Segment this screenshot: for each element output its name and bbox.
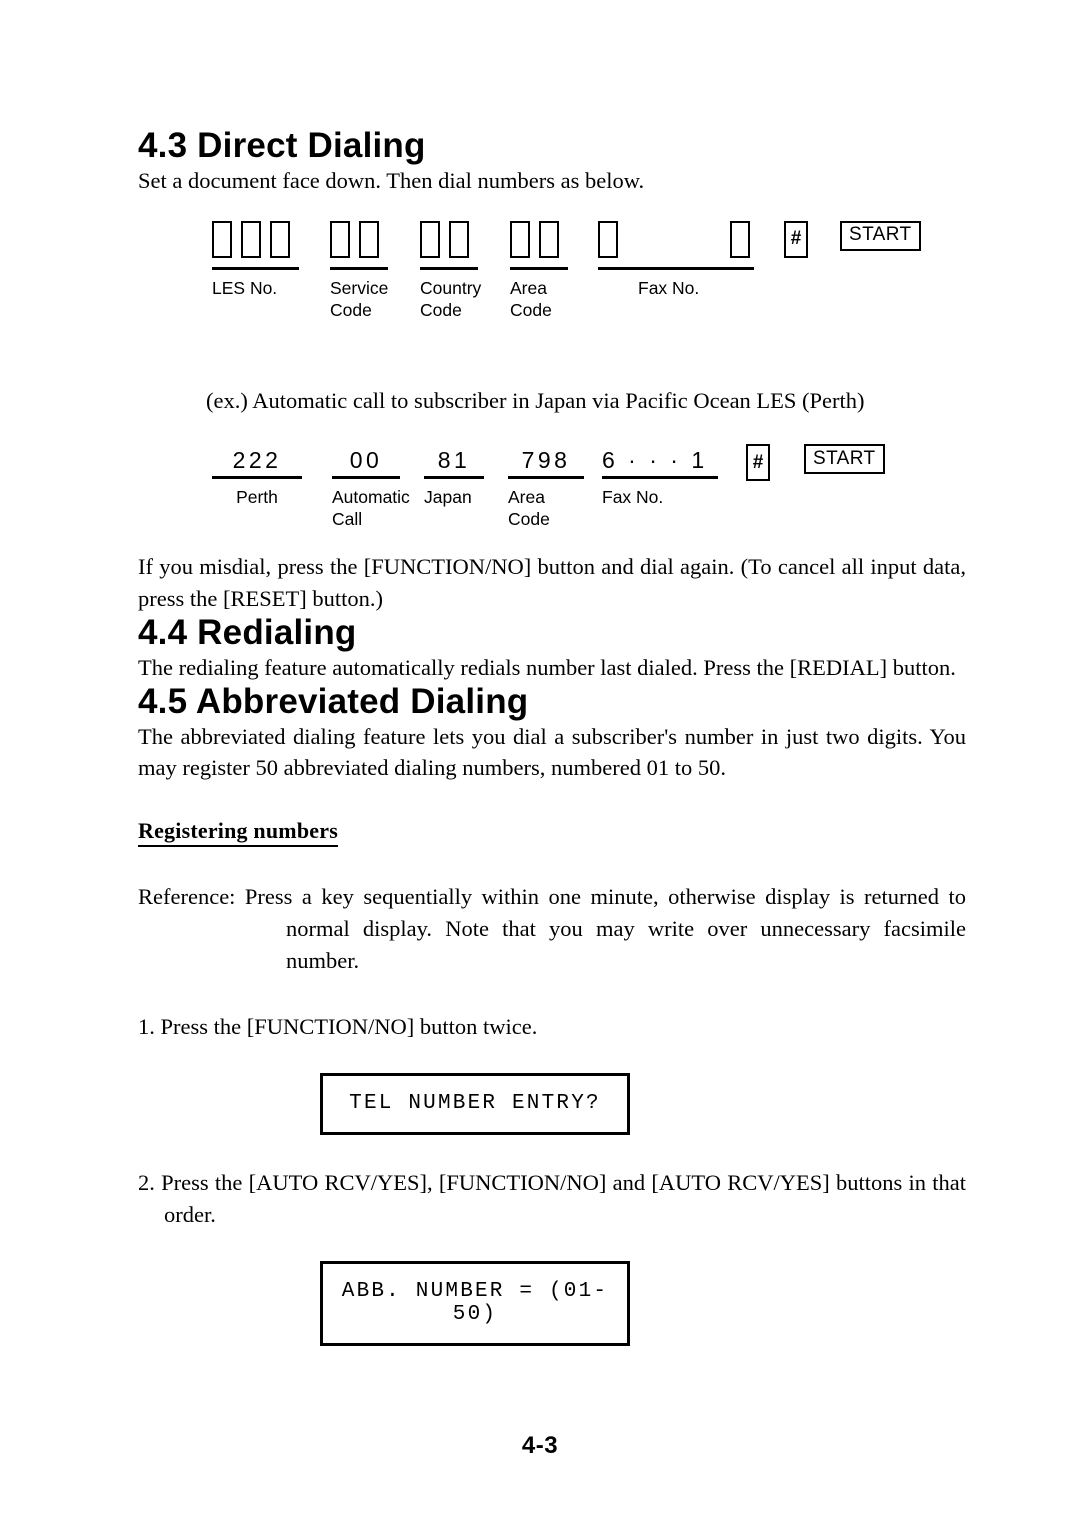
example-group-japan: 81 Japan	[424, 446, 484, 508]
abbreviated-dialing-body: The abbreviated dialing feature lets you…	[138, 723, 966, 781]
reference-text: Press a key sequentially within one minu…	[235, 884, 966, 974]
key-box	[420, 220, 440, 258]
key-boxes	[598, 220, 754, 261]
reference-note: Reference: Press a key sequentially with…	[138, 881, 966, 977]
key-box	[449, 220, 469, 258]
group-underline	[212, 266, 299, 270]
page-number: 4-3	[521, 1432, 559, 1459]
example-group-label: Fax No.	[602, 486, 664, 507]
key-group-label-line2: Code	[420, 300, 462, 321]
key-box	[510, 220, 530, 258]
key-group-label-line2: Code	[330, 300, 372, 321]
hash-key-button[interactable]: #	[784, 220, 808, 258]
group-underline	[330, 266, 388, 270]
key-box	[270, 220, 290, 258]
start-key-button[interactable]: START	[840, 220, 921, 251]
example-group-label: Japan	[424, 486, 472, 507]
section-heading-4-5: 4.5 Abbreviated Dialing	[138, 681, 529, 721]
key-box	[330, 220, 350, 258]
example-digits: 222	[232, 447, 282, 474]
example-digits: 798	[521, 447, 571, 474]
key-group-label: LES No.	[212, 277, 278, 298]
group-underline	[212, 476, 302, 479]
example-caption: (ex.) Automatic call to subscriber in Ja…	[206, 387, 865, 413]
document-page: 4.3 Direct Dialing Set a document face d…	[0, 0, 1080, 1528]
lcd-display-tel-number-entry: TEL NUMBER ENTRY?	[320, 1073, 630, 1136]
direct-dialing-intro: Set a document face down. Then dial numb…	[138, 167, 645, 193]
key-boxes	[510, 220, 568, 261]
group-underline	[598, 266, 754, 270]
key-box-gap	[627, 220, 721, 258]
key-group-label: Fax No.	[638, 277, 700, 298]
key-group-area-code: Area Code	[510, 220, 568, 322]
example-digits: 81	[437, 447, 471, 474]
key-box	[212, 220, 232, 258]
group-underline	[420, 266, 478, 270]
group-underline	[602, 476, 718, 479]
key-box	[598, 220, 618, 258]
example-group-automatic-call: 00 Automatic Call	[332, 446, 410, 530]
misdial-note: If you misdial, press the [FUNCTION/NO] …	[138, 554, 966, 612]
key-group-les-no: LES No.	[212, 220, 299, 299]
example-digits: 6 · · · 1	[602, 447, 708, 474]
example-group-label: Area	[508, 486, 545, 507]
step-1: 1. Press the [FUNCTION/NO] button twice.	[138, 1014, 538, 1040]
group-underline	[332, 476, 400, 479]
example-sequence-diagram: 222 Perth 00 Automatic Call 81 Japan 798…	[212, 444, 966, 551]
sub-heading-wrapper: Registering numbers	[138, 784, 966, 848]
key-group-label: Service	[330, 277, 389, 298]
redialing-body: The redialing feature automatically redi…	[138, 654, 956, 680]
group-underline	[510, 266, 568, 270]
registering-numbers-subheading: Registering numbers	[138, 818, 338, 848]
key-boxes	[420, 220, 481, 261]
example-group-perth: 222 Perth	[212, 446, 302, 508]
example-group-label: Automatic	[332, 486, 410, 507]
hash-key-button[interactable]: #	[746, 444, 770, 482]
key-group-label: Area	[510, 277, 547, 298]
example-group-label-line2: Code	[508, 509, 550, 530]
example-group-label: Perth	[236, 486, 278, 507]
key-group-country-code: Country Code	[420, 220, 482, 322]
page-content: 4.3 Direct Dialing Set a document face d…	[138, 126, 966, 1346]
key-group-service-code: Service Code	[330, 220, 389, 322]
key-box	[359, 220, 379, 258]
step-2: 2. Press the [AUTO RCV/YES], [FUNCTION/N…	[138, 1170, 966, 1228]
example-group-label-line2: Call	[332, 509, 363, 530]
key-group-label: Country	[420, 277, 482, 298]
start-key-button[interactable]: START	[804, 444, 885, 475]
key-group-label-line2: Code	[510, 300, 552, 321]
section-heading-4-3: 4.3 Direct Dialing	[138, 126, 426, 165]
key-boxes	[330, 220, 388, 261]
group-underline	[508, 476, 584, 479]
example-group-fax-no: 6 · · · 1 Fax No.	[602, 446, 718, 508]
example-group-area-code: 798 Area Code	[508, 446, 584, 530]
key-box	[241, 220, 261, 258]
key-box	[539, 220, 559, 258]
group-underline	[424, 476, 484, 479]
key-group-fax-no: Fax No.	[598, 220, 754, 299]
key-box	[730, 220, 750, 258]
key-boxes	[212, 220, 299, 261]
key-sequence-diagram: LES No. Service Code Country Code Area C…	[212, 220, 966, 333]
section-heading-4-4: 4.4 Redialing	[138, 613, 357, 653]
lcd-display-abb-number: ABB. NUMBER = (01-50)	[320, 1261, 630, 1346]
reference-label: Reference:	[138, 884, 236, 910]
example-digits: 00	[349, 447, 383, 474]
